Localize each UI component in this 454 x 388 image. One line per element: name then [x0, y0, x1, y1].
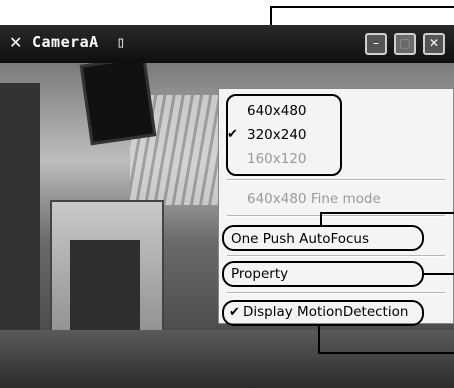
menu-separator	[227, 292, 445, 294]
callout-autofocus	[222, 225, 424, 251]
callout-motion-detection	[222, 300, 424, 326]
callout-line-top-horizontal	[270, 6, 454, 8]
callout-line-autofocus	[320, 212, 454, 214]
callout-resolution-group	[226, 94, 342, 176]
callout-line-motion-down	[318, 326, 320, 354]
window-title: CameraA ▯	[32, 33, 126, 51]
menu-separator	[227, 179, 445, 181]
callout-property	[222, 261, 424, 287]
station-clock	[79, 63, 157, 146]
minimize-icon[interactable]: –	[365, 33, 387, 55]
app-icon[interactable]: ✕	[9, 33, 29, 53]
callout-line-property	[423, 273, 454, 275]
maximize-icon[interactable]: ▢	[394, 33, 416, 55]
callout-line-motion	[318, 352, 454, 354]
menu-separator	[227, 255, 445, 257]
callout-line-autofocus-up	[320, 212, 322, 226]
menu-separator	[227, 215, 445, 217]
window-title-glyph: ▯	[116, 33, 126, 51]
close-icon[interactable]: ✕	[423, 33, 445, 55]
window-title-text: CameraA	[32, 33, 99, 51]
kiosk-window	[70, 240, 140, 330]
menu-item-fine-mode: 640x480 Fine mode	[247, 191, 381, 207]
platform-floor	[0, 330, 454, 388]
